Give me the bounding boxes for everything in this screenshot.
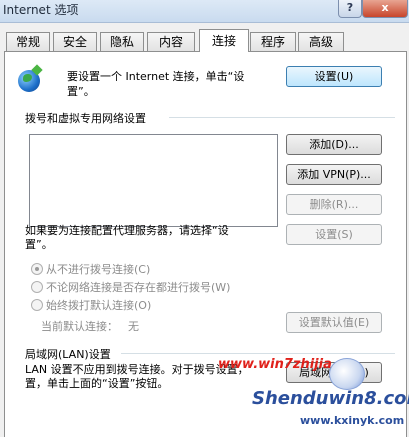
radio-never-dial-indicator — [31, 263, 43, 275]
radio-always-dial-indicator — [31, 299, 43, 311]
setup-text-line1: 要设置一个 Internet 连接，单击“设 — [67, 70, 245, 83]
proxy-text-line2: 置”。 — [25, 238, 53, 251]
radio-dial-when-no-network[interactable]: 不论网络连接是否存在都进行拨号(W) — [31, 279, 231, 294]
window-title: Internet 选项 — [3, 3, 79, 17]
tab-content[interactable]: 内容 — [147, 32, 195, 51]
radio-always-dial-label: 始终拨打默认连接(O) — [46, 299, 152, 312]
windows-logo-watermark — [329, 358, 365, 390]
dialup-divider — [169, 117, 395, 118]
remove-connection-button[interactable]: 删除(R)... — [286, 194, 382, 215]
tab-strip: 常规 安全 隐私 内容 连接 程序 高级 — [0, 29, 409, 52]
tab-connections[interactable]: 连接 — [199, 29, 249, 52]
connections-listbox[interactable] — [29, 134, 278, 227]
title-bar: Internet 选项 ? x — [0, 0, 409, 23]
tab-privacy[interactable]: 隐私 — [100, 32, 144, 51]
close-button[interactable]: x — [362, 0, 408, 18]
help-button[interactable]: ? — [338, 0, 362, 18]
watermark-site3: www.kxinyk.com — [300, 414, 405, 427]
lan-text-line2: 置，单击上面的“设置”按钮。 — [25, 377, 169, 390]
tab-advanced[interactable]: 高级 — [298, 32, 344, 51]
tab-programs[interactable]: 程序 — [250, 32, 296, 51]
proxy-description: 如果要为连接配置代理服务器，请选择“设 置”。 — [25, 224, 277, 252]
lan-heading: 局域网(LAN)设置 — [25, 348, 111, 361]
setup-description: 要设置一个 Internet 连接，单击“设 置”。 — [67, 69, 287, 99]
dialup-settings-button[interactable]: 设置(S) — [286, 224, 382, 245]
current-default-value: 无 — [128, 320, 139, 333]
tab-general[interactable]: 常规 — [6, 32, 50, 51]
setup-button[interactable]: 设置(U) — [286, 66, 382, 87]
radio-always-dial[interactable]: 始终拨打默认连接(O) — [31, 297, 152, 312]
watermark-site2: Shenduwin8.com — [252, 388, 409, 409]
tab-security[interactable]: 安全 — [53, 32, 97, 51]
radio-dial-when-no-network-label: 不论网络连接是否存在都进行拨号(W) — [46, 281, 231, 294]
radio-dial-when-no-network-indicator — [31, 281, 43, 293]
lan-divider — [121, 353, 395, 354]
radio-never-dial-label: 从不进行拨号连接(C) — [46, 263, 151, 276]
add-vpn-button[interactable]: 添加 VPN(P)... — [286, 164, 382, 185]
add-connection-button[interactable]: 添加(D)... — [286, 134, 382, 155]
proxy-text-line1: 如果要为连接配置代理服务器，请选择“设 — [25, 224, 229, 237]
current-default-label: 当前默认连接： — [41, 320, 118, 333]
set-default-button[interactable]: 设置默认值(E) — [286, 312, 382, 333]
setup-text-line2: 置”。 — [67, 85, 95, 98]
radio-never-dial[interactable]: 从不进行拨号连接(C) — [31, 261, 151, 276]
dialup-heading: 拨号和虚拟专用网络设置 — [25, 112, 146, 125]
